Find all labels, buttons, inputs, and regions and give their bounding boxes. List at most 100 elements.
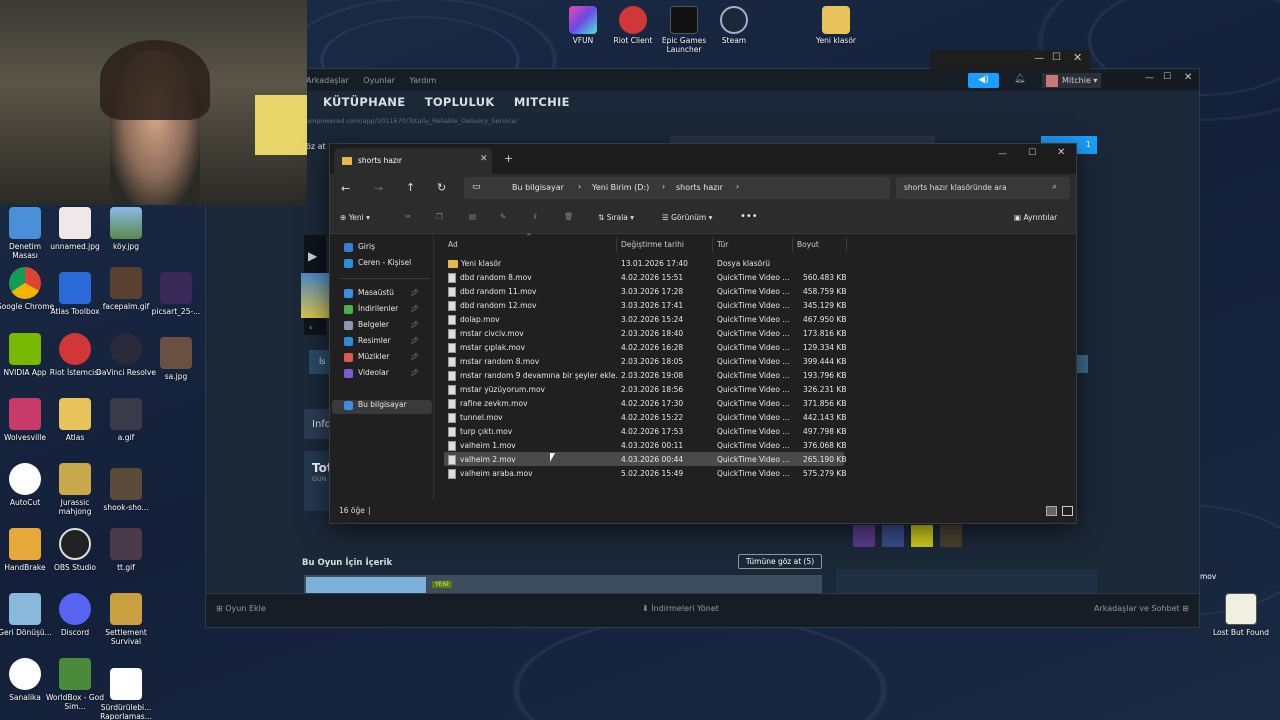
breadcrumb-item[interactable]: Bu bilgisayar <box>512 183 564 192</box>
desktop-icon[interactable]: shook-sho... <box>96 468 156 512</box>
minimize-icon[interactable]: — <box>998 149 1007 159</box>
play-icon[interactable]: ▶ <box>308 249 317 263</box>
steam-menu-item[interactable]: Oyunlar <box>363 76 395 85</box>
desktop-icon[interactable]: sa.jpg <box>146 337 206 381</box>
file-row[interactable]: mstar yüzüyorum.mov 2.03.2026 18:56 QuickT… <box>444 382 846 396</box>
bell-icon[interactable]: 🔔︎ <box>1014 74 1025 84</box>
friends-chat-button[interactable]: Arkadaşlar ve Sohbet ⊞ <box>1094 604 1189 613</box>
close-icon[interactable]: ✕ <box>1073 51 1082 64</box>
breadcrumb-item[interactable]: Yeni Birim (D:) <box>592 183 649 192</box>
cut-icon[interactable]: ✂ <box>405 212 411 221</box>
pin-icon[interactable]: 📌︎ <box>410 353 419 361</box>
maximize-icon[interactable]: ☐ <box>1163 72 1171 82</box>
desktop-icon[interactable]: picsart_25-... <box>146 272 206 316</box>
achievement-icon[interactable] <box>853 525 875 547</box>
up-icon[interactable]: ↑ <box>406 181 415 194</box>
copy-icon[interactable]: ❐ <box>436 212 443 221</box>
add-game-button[interactable]: ⊞ Oyun Ekle <box>216 604 266 613</box>
breadcrumb-item[interactable]: shorts hazır <box>676 183 723 192</box>
tiles-view-icon[interactable] <box>1062 506 1073 516</box>
file-row[interactable]: mstar random 8.mov 2.03.2026 18:05 QuickTi… <box>444 354 846 368</box>
column-header-size[interactable]: Boyut <box>797 240 819 249</box>
sidebar-item[interactable]: Ceren - Kişisel <box>344 258 411 272</box>
desktop-icon-riot-client[interactable]: Riot Client <box>608 6 658 45</box>
column-header-name[interactable]: Ad <box>448 240 458 249</box>
maximize-icon[interactable]: ☐ <box>1052 52 1061 63</box>
user-menu[interactable]: Mitchie ▾ <box>1042 73 1102 88</box>
thumbnail[interactable] <box>301 273 329 318</box>
minimize-icon[interactable]: — <box>1034 53 1044 64</box>
breadcrumb[interactable]: ▭ Bu bilgisayar › Yeni Birim (D:) › shor… <box>464 177 890 199</box>
nav-profile[interactable]: MITCHIE <box>514 95 570 109</box>
column-header-type[interactable]: Tür <box>717 240 728 249</box>
more-icon[interactable]: ••• <box>740 211 758 222</box>
share-icon[interactable]: ⇪ <box>532 212 538 221</box>
file-row[interactable]: valheim 1.mov 4.03.2026 00:11 QuickTime Vi… <box>444 438 846 452</box>
column-separator[interactable] <box>792 238 793 252</box>
delete-icon[interactable]: 🗑︎ <box>564 212 574 221</box>
file-row[interactable]: dbd random 12.mov 3.03.2026 17:41 QuickTim… <box>444 298 846 312</box>
desktop-icon[interactable]: Settlement Survival <box>96 593 156 646</box>
close-icon[interactable]: ✕ <box>1057 147 1065 158</box>
file-row[interactable]: mstar civciv.mov 2.03.2026 18:40 QuickTime… <box>444 326 846 340</box>
paste-icon[interactable]: ▤ <box>469 212 476 221</box>
desktop-icon-vfun[interactable]: VFUN <box>563 6 603 45</box>
column-separator[interactable] <box>616 238 617 252</box>
rename-icon[interactable]: ✎ <box>500 212 506 221</box>
file-row[interactable]: dolap.mov 3.02.2026 15:24 QuickTime Video … <box>444 312 846 326</box>
sidebar-item[interactable]: Giriş <box>344 242 375 256</box>
tab-close-icon[interactable]: ✕ <box>480 154 488 164</box>
new-tab-icon[interactable]: + <box>504 152 513 165</box>
file-row[interactable]: rafine zevkm.mov 4.02.2026 17:30 QuickTime… <box>444 396 846 410</box>
achievement-icon[interactable] <box>940 525 962 547</box>
chevron-left-icon[interactable]: ‹ <box>309 323 312 332</box>
file-row[interactable]: Yeni klasör 13.01.2026 17:40 Dosya klasörü <box>444 256 844 270</box>
sidebar-item[interactable]: Resimler <box>344 336 391 350</box>
desktop-icon[interactable]: Sürdürülebi... Raporlamas... <box>96 668 156 720</box>
close-icon[interactable]: ✕ <box>1184 72 1192 83</box>
pin-icon[interactable]: 📌︎ <box>410 369 419 377</box>
sidebar-item[interactable]: Videolar <box>344 368 389 382</box>
maximize-icon[interactable]: ☐ <box>1028 148 1036 158</box>
nav-library[interactable]: KÜTÜPHANE <box>323 95 405 109</box>
pin-icon[interactable]: 📌︎ <box>410 305 419 313</box>
browse-all-button[interactable]: Tümüne göz at (5) <box>738 554 822 569</box>
file-row[interactable]: mstar random 9 devamına bir şeyler ekle.… <box>444 368 846 382</box>
sidebar-item[interactable]: Müzikler <box>344 352 389 366</box>
file-row[interactable]: dbd random 11.mov 3.03.2026 17:28 QuickTim… <box>444 284 846 298</box>
pin-icon[interactable]: 📌︎ <box>410 321 419 329</box>
view-button[interactable]: ☰ Görünüm ▾ <box>662 213 712 222</box>
desktop-icon-steam[interactable]: Steam <box>714 6 754 45</box>
desktop-icon[interactable]: köy.jpg <box>96 207 156 251</box>
file-row[interactable]: valheim 2.mov 4.03.2026 00:44 QuickTime Vi… <box>444 452 846 466</box>
sort-button[interactable]: ⇅ Sırala ▾ <box>598 213 634 222</box>
sidebar-item[interactable]: Masaüstü <box>344 288 394 302</box>
refresh-icon[interactable]: ↻ <box>437 181 446 194</box>
nav-community[interactable]: TOPLULUK <box>425 95 495 109</box>
file-row[interactable]: dbd random 8.mov 4.02.2026 15:51 QuickTime… <box>444 270 846 284</box>
achievement-icon[interactable] <box>911 525 933 547</box>
desktop-icon-new-folder[interactable]: Yeni klasör <box>812 6 860 45</box>
pin-icon[interactable]: 📌︎ <box>410 289 419 297</box>
back-icon[interactable]: ← <box>341 182 350 195</box>
file-row[interactable]: mstar çıplak.mov 4.02.2026 16:28 QuickTime… <box>444 340 846 354</box>
search-input[interactable]: shorts hazır klasöründe ara ⌕ <box>896 177 1070 199</box>
desktop-icon[interactable]: a.gif <box>96 398 156 442</box>
downloads-button[interactable]: ⬇ İndirmeleri Yönet <box>642 604 719 613</box>
sidebar-item[interactable]: İndirilenler <box>344 304 398 318</box>
new-button[interactable]: ⊕ Yeni ▾ <box>340 213 370 222</box>
content-item[interactable]: YENİ <box>304 575 822 593</box>
pin-icon[interactable]: 📌︎ <box>410 337 419 345</box>
details-view-icon[interactable] <box>1046 506 1057 516</box>
column-separator[interactable] <box>712 238 713 252</box>
minimize-icon[interactable]: — <box>1145 73 1154 83</box>
explorer-tab[interactable]: shorts hazır ✕ <box>334 148 492 174</box>
sidebar-item[interactable]: Bu bilgisayar <box>332 400 432 414</box>
file-row[interactable]: turp çıktı.mov 4.02.2026 17:53 QuickTime V… <box>444 424 846 438</box>
steam-menu-item[interactable]: Arkadaşlar <box>306 76 349 85</box>
announce-button[interactable]: ◀) <box>968 73 999 88</box>
sidebar-item[interactable]: Belgeler <box>344 320 389 334</box>
desktop-icon[interactable]: tt.gif <box>96 528 156 572</box>
file-row[interactable]: tunnel.mov 4.02.2026 15:22 QuickTime Video… <box>444 410 846 424</box>
file-row[interactable]: valheim araba.mov 5.02.2026 15:49 QuickTim… <box>444 466 846 480</box>
